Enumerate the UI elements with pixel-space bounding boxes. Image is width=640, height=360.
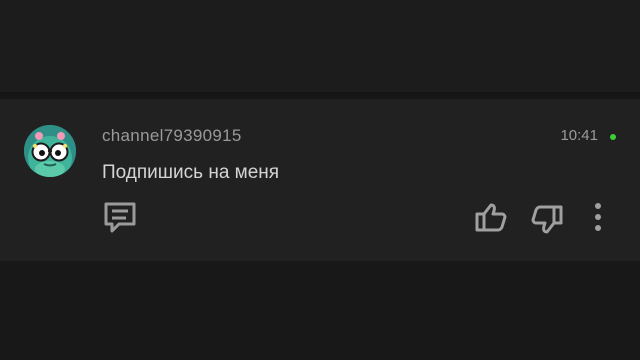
top-area (0, 0, 640, 92)
thumbs-down-icon (531, 205, 563, 234)
reply-button[interactable] (102, 200, 138, 236)
avatar[interactable] (24, 125, 76, 177)
comment-text: Подпишись на меня (102, 162, 280, 183)
divider-shadow (0, 92, 640, 99)
like-button[interactable] (474, 200, 508, 234)
comment-time: 10:41 (560, 127, 598, 144)
more-options-button[interactable] (588, 200, 608, 234)
comment-icon (104, 202, 136, 233)
comment-author[interactable]: channel79390915 (102, 126, 242, 146)
dislike-button[interactable] (530, 203, 564, 237)
comment-screen: channel79390915 Подпишись на меня 10:41 (0, 0, 640, 360)
thumbs-up-icon (475, 203, 507, 232)
more-vertical-icon (595, 203, 601, 231)
bottom-area (0, 261, 640, 360)
online-status-dot (610, 134, 616, 140)
frog-avatar-icon (24, 125, 76, 177)
